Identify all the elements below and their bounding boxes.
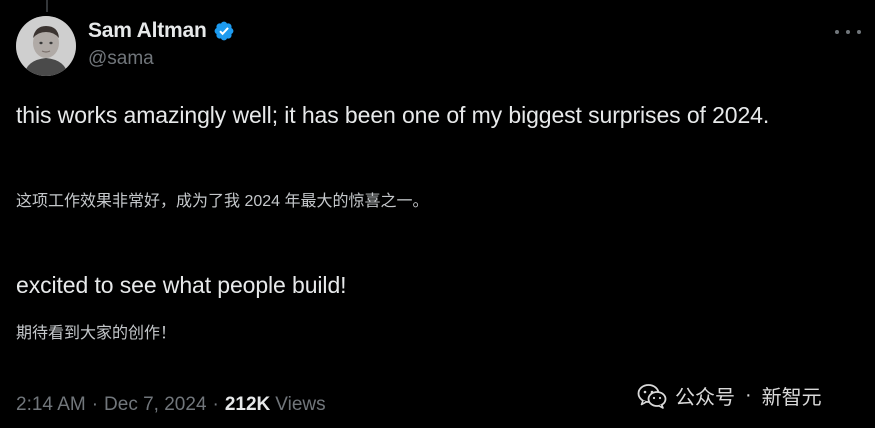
more-dot	[857, 30, 861, 34]
more-options-icon[interactable]	[835, 22, 861, 42]
author-display-name[interactable]: Sam Altman	[88, 19, 207, 43]
tweet-text-paragraph-2: excited to see what people build!	[16, 272, 347, 298]
tweet-author: Sam Altman @sama	[88, 16, 235, 70]
thread-connector-line	[46, 0, 48, 12]
watermark-label: 公众号	[675, 387, 735, 409]
tweet-metadata: 2:14 AM · Dec 7, 2024 · 212K Views	[16, 394, 326, 416]
meta-separator: ·	[91, 394, 99, 415]
author-handle[interactable]: @sama	[88, 48, 235, 70]
views-label[interactable]: Views	[275, 394, 325, 416]
author-name-row: Sam Altman	[88, 16, 235, 46]
watermark-separator: ·	[745, 384, 752, 406]
meta-separator: ·	[212, 394, 219, 415]
tweet-text-paragraph-1: this works amazingly well; it has been o…	[16, 102, 770, 128]
avatar[interactable]	[16, 16, 76, 76]
tweet-date[interactable]: Dec 7, 2024	[104, 394, 206, 416]
more-dot	[846, 30, 850, 34]
wechat-icon	[637, 383, 667, 409]
tweet-translation-1: 这项工作效果非常好，成为了我 2024 年最大的惊喜之一。	[16, 193, 429, 210]
tweet-time[interactable]: 2:14 AM	[16, 394, 86, 416]
watermark-name: 新智元	[761, 387, 822, 409]
wechat-watermark: 公众号 · 新智元	[637, 381, 822, 410]
views-count[interactable]: 212K	[225, 394, 270, 416]
avatar-photo	[16, 16, 76, 76]
more-dot	[835, 30, 839, 34]
tweet-translation-2: 期待看到大家的创作！	[16, 325, 177, 342]
verified-badge-icon[interactable]	[213, 20, 235, 42]
